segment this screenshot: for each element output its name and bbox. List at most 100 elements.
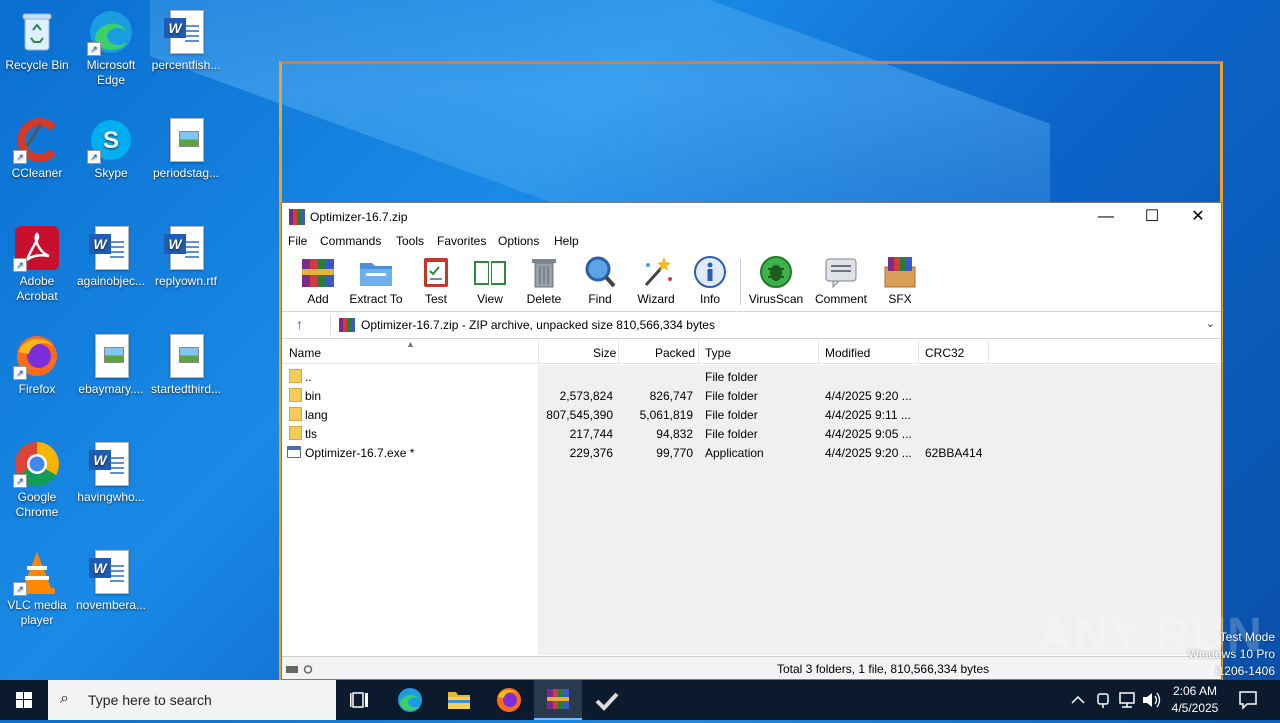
taskbar-firefox[interactable] bbox=[485, 680, 533, 720]
desktop-icon-vlc[interactable]: ↗ VLC media player bbox=[0, 548, 74, 628]
desktop-icon-recycle-bin[interactable]: Recycle Bin bbox=[0, 8, 74, 73]
desktop-icon-ebaymary[interactable]: ebaymary.... bbox=[74, 332, 148, 397]
desktop-icon-google-chrome[interactable]: ↗ Google Chrome bbox=[0, 440, 74, 520]
wizard-wand-icon bbox=[638, 255, 674, 289]
show-hidden-icons-button[interactable] bbox=[1068, 680, 1088, 720]
table-row[interactable]: bin 2,573,824 826,747 File folder 4/4/20… bbox=[282, 386, 1221, 405]
column-divider[interactable] bbox=[918, 341, 919, 363]
menu-options[interactable]: Options bbox=[498, 234, 539, 248]
desktop-icon-label: replyown.rtf bbox=[154, 274, 218, 288]
checkmark-icon bbox=[595, 692, 619, 711]
menu-file[interactable]: File bbox=[288, 234, 307, 248]
desktop-icon-startedthird[interactable]: startedthird... bbox=[149, 332, 223, 397]
desktop-icon-replyown[interactable]: W replyown.rtf bbox=[149, 224, 223, 289]
info-label: Info bbox=[699, 292, 720, 306]
notification-center-button[interactable] bbox=[1232, 680, 1272, 720]
start-button[interactable] bbox=[0, 680, 48, 720]
up-arrow-icon[interactable]: ↑ bbox=[296, 316, 303, 332]
shortcut-arrow-icon: ↗ bbox=[13, 366, 27, 380]
menu-favorites[interactable]: Favorites bbox=[437, 234, 486, 248]
chrome-icon: ↗ bbox=[13, 440, 61, 488]
desktop-icon-novembera[interactable]: W novembera... bbox=[74, 548, 148, 613]
row-type: File folder bbox=[705, 370, 758, 384]
delete-label: Delete bbox=[526, 292, 562, 306]
comment-label: Comment bbox=[814, 292, 867, 306]
network-icon bbox=[1119, 692, 1135, 708]
column-type[interactable]: Type bbox=[705, 346, 731, 360]
sort-ascending-icon: ▲ bbox=[406, 339, 415, 349]
table-row[interactable]: Optimizer-16.7.exe * 229,376 99,770 Appl… bbox=[282, 443, 1221, 462]
table-row[interactable]: lang 807,545,390 5,061,819 File folder 4… bbox=[282, 405, 1221, 424]
find-button[interactable]: Find bbox=[580, 255, 620, 309]
title-bar[interactable]: Optimizer-16.7.zip — ☐ ✕ bbox=[282, 203, 1221, 231]
delete-button[interactable]: Delete bbox=[524, 255, 564, 309]
toolbar-separator bbox=[740, 259, 741, 305]
menu-tools[interactable]: Tools bbox=[396, 234, 424, 248]
build-watermark: Build 19041.vb_release.191206-1406 bbox=[1215, 664, 1275, 678]
column-divider[interactable] bbox=[698, 341, 699, 363]
shortcut-arrow-icon: ↗ bbox=[13, 474, 27, 488]
column-divider[interactable] bbox=[618, 341, 619, 363]
sfx-box-icon bbox=[882, 255, 918, 289]
column-modified[interactable]: Modified bbox=[825, 346, 870, 360]
row-name: .. bbox=[305, 370, 312, 384]
desktop-icon-label: CCleaner bbox=[11, 166, 63, 180]
close-button[interactable]: ✕ bbox=[1175, 203, 1221, 231]
desktop-icon-skype[interactable]: S ↗ Skype bbox=[74, 116, 148, 181]
test-label: Test bbox=[424, 292, 447, 306]
maximize-button[interactable]: ☐ bbox=[1129, 203, 1175, 231]
taskbar-search-box[interactable]: ⌕ Type here to search bbox=[48, 680, 336, 720]
notification-icon bbox=[1239, 691, 1257, 710]
column-packed[interactable]: Packed bbox=[655, 346, 695, 360]
archive-path-field[interactable]: Optimizer-16.7.zip - ZIP archive, unpack… bbox=[330, 314, 1217, 335]
wizard-button[interactable]: Wizard bbox=[634, 255, 678, 309]
column-divider[interactable] bbox=[988, 341, 989, 363]
row-packed: 5,061,819 bbox=[639, 408, 693, 422]
tray-volume-icon[interactable] bbox=[1140, 680, 1162, 720]
desktop-icon-periodstag[interactable]: periodstag... bbox=[149, 116, 223, 181]
table-row[interactable]: tls 217,744 94,832 File folder 4/4/2025 … bbox=[282, 424, 1221, 443]
column-name[interactable]: Name bbox=[289, 346, 321, 360]
desktop-icon-microsoft-edge[interactable]: ↗ Microsoft Edge bbox=[74, 8, 148, 88]
desktop-icon-label: againobjec... bbox=[76, 274, 146, 288]
taskbar: ⌕ Type here to search 2:06 AM 4/5/2025 bbox=[0, 680, 1280, 720]
desktop-icon-percentfish[interactable]: W percentfish... bbox=[149, 8, 223, 73]
table-row[interactable]: .. File folder bbox=[282, 367, 1221, 386]
desktop-icon-firefox[interactable]: ↗ Firefox bbox=[0, 332, 74, 397]
chevron-down-icon[interactable]: ⌄ bbox=[1206, 317, 1215, 330]
tray-device-icon[interactable] bbox=[1092, 680, 1114, 720]
drive-key-icon[interactable] bbox=[286, 663, 316, 674]
recycle-bin-icon bbox=[13, 8, 61, 56]
virusscan-button[interactable]: VirusScan bbox=[748, 255, 804, 309]
column-divider[interactable] bbox=[818, 341, 819, 363]
volume-icon bbox=[1143, 692, 1161, 708]
desktop-icon-adobe-acrobat[interactable]: ↗ Adobe Acrobat bbox=[0, 224, 74, 304]
folder-icon bbox=[289, 426, 302, 440]
taskbar-file-explorer[interactable] bbox=[435, 680, 483, 720]
desktop-icon-havingwho[interactable]: W havingwho... bbox=[74, 440, 148, 505]
taskbar-edge[interactable] bbox=[386, 680, 434, 720]
view-button[interactable]: View bbox=[468, 255, 512, 309]
menu-help[interactable]: Help bbox=[554, 234, 579, 248]
column-crc32[interactable]: CRC32 bbox=[925, 346, 964, 360]
desktop-icon-ccleaner[interactable]: ↗ CCleaner bbox=[0, 116, 74, 181]
desktop-icon-againobjec[interactable]: W againobjec... bbox=[74, 224, 148, 289]
taskbar-checkmark-app[interactable] bbox=[583, 680, 631, 720]
row-modified: 4/4/2025 9:05 ... bbox=[825, 427, 912, 441]
column-divider[interactable] bbox=[538, 341, 539, 363]
info-button[interactable]: Info bbox=[690, 255, 730, 309]
minimize-button[interactable]: — bbox=[1083, 203, 1129, 231]
menu-commands[interactable]: Commands bbox=[320, 234, 381, 248]
test-button[interactable]: Test bbox=[416, 255, 456, 309]
tray-network-icon[interactable] bbox=[1116, 680, 1138, 720]
sfx-button[interactable]: SFX bbox=[880, 255, 920, 309]
task-view-button[interactable] bbox=[336, 680, 384, 720]
column-size[interactable]: Size bbox=[593, 346, 616, 360]
svg-text:S: S bbox=[103, 127, 119, 154]
extract-to-button[interactable]: Extract To bbox=[348, 255, 404, 309]
comment-button[interactable]: Comment bbox=[812, 255, 870, 309]
taskbar-winrar[interactable] bbox=[534, 680, 582, 720]
add-button[interactable]: Add bbox=[296, 255, 340, 309]
row-modified: 4/4/2025 9:11 ... bbox=[825, 408, 911, 422]
clock[interactable]: 2:06 AM 4/5/2025 bbox=[1164, 680, 1226, 720]
